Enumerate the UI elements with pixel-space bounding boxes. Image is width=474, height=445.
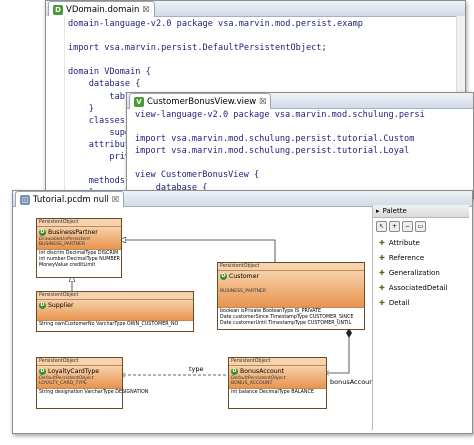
stereotype: PersistentObject <box>37 358 122 366</box>
class-name: Customer <box>229 273 260 280</box>
detail-icon: ✚ <box>379 298 385 307</box>
palette-item-reference[interactable]: ✚ Reference <box>373 250 469 265</box>
zoom-out-icon[interactable]: − <box>402 221 413 232</box>
attribute: String designation VarcharType DESIGNATI… <box>39 390 149 395</box>
palette-item-label: AssociatedDetail <box>388 283 448 292</box>
close-icon[interactable]: ☒ <box>142 5 149 14</box>
class-table: BUSINESS_PARTNER <box>39 242 86 247</box>
close-icon[interactable]: ☒ <box>112 195 119 204</box>
class-loyalty-card-type[interactable]: PersistentObject D LoyaltyCardType Defaul… <box>36 357 149 409</box>
tab-vdomain[interactable]: D VDomain.domain ☒ <box>48 1 155 17</box>
class-supplier[interactable]: PersistentObject D Supplier String ownCus… <box>36 291 194 332</box>
class-attributes: String ownCustomerNo VarcharType OWN_CUS… <box>37 320 193 329</box>
palette-title: Palette <box>382 207 407 215</box>
palette-item-detail[interactable]: ✚ Detail <box>373 295 469 310</box>
tab-tutorial-pcdm[interactable]: ◫ Tutorial.pcdm null ☒ <box>15 191 125 207</box>
class-attributes: String designation VarcharType DESIGNATI… <box>37 388 149 397</box>
class-icon: D <box>39 302 46 309</box>
palette-toggle-icon[interactable]: ▸ <box>376 207 380 215</box>
attribute-icon: ✚ <box>379 238 385 247</box>
class-header: D BonusAccount DefaultPersistentObject BO… <box>229 366 326 388</box>
generalization-icon: ✚ <box>379 268 385 277</box>
tab-tutorial-pcdm-label: Tutorial.pcdm null <box>33 194 109 205</box>
reference-icon: ✚ <box>379 253 385 262</box>
palette-item-label: Attribute <box>388 238 420 247</box>
class-business-partner[interactable]: PersistentObject D BusinessPartner Drawab… <box>36 218 122 278</box>
class-attributes: int discrim DecimalType DISCRIM int numb… <box>37 249 121 270</box>
code-line: import vsa.marvin.persist.DefaultPersist… <box>68 43 327 54</box>
class-attributes: boolean isPrivate BooleanType IS_PRIVATE… <box>218 307 364 328</box>
class-table: LOYALTY_CARD_TYPE <box>39 381 87 386</box>
palette: ▸ Palette ↖ + − ▭ ✚ Attribute ✚ Reference … <box>372 205 469 430</box>
class-icon: D <box>39 229 46 236</box>
vdomain-tabbar: D VDomain.domain ☒ <box>46 1 465 17</box>
class-bonus-account[interactable]: PersistentObject D BonusAccount DefaultPe… <box>228 357 327 409</box>
palette-item-label: Detail <box>388 298 410 307</box>
association-label-type: type <box>189 365 204 373</box>
diagram-file-icon: ◫ <box>20 194 30 205</box>
class-icon: D <box>39 368 46 375</box>
stereotype: PersistentObject <box>37 292 193 300</box>
class-header: D Supplier <box>37 300 193 320</box>
domain-file-icon: D <box>53 4 63 15</box>
class-table: BONUS_ACCOUNT <box>231 381 273 386</box>
attribute: int balance DecimalType BALANCE <box>231 390 314 395</box>
attribute: MoneyValue creditLimit <box>39 263 96 268</box>
palette-item-associated-detail[interactable]: ✚ AssociatedDetail <box>373 280 469 295</box>
palette-item-attribute[interactable]: ✚ Attribute <box>373 235 469 250</box>
attribute: String ownCustomerNo VarcharType OWN_CUS… <box>39 322 179 327</box>
stereotype: PersistentObject <box>218 263 364 271</box>
code-line: domain VDomain { <box>68 67 151 78</box>
stereotype: PersistentObject <box>37 219 121 227</box>
attribute: Date customerUntil TimestampType CUSTOME… <box>220 321 352 326</box>
close-icon[interactable]: ☒ <box>259 97 266 106</box>
code-line: view-language-v2.0 package vsa.marvin.mo… <box>135 110 425 120</box>
select-tool-icon[interactable]: ↖ <box>376 221 387 232</box>
customer-bonus-view-editor-window: V CustomerBonusView.view ☒ view-language… <box>126 92 474 199</box>
palette-item-label: Generalization <box>388 268 440 277</box>
class-header: D LoyaltyCardType DefaultPersistentObject… <box>37 366 122 388</box>
tab-vdomain-label: VDomain.domain <box>66 4 140 15</box>
class-header: D Customer BUSINESS_PARTNER <box>218 271 364 307</box>
view-code[interactable]: view-language-v2.0 package vsa.marvin.mo… <box>135 109 473 198</box>
tab-customer-bonus-view[interactable]: V CustomerBonusView.view ☒ <box>129 93 272 109</box>
class-name: BusinessPartner <box>48 229 98 236</box>
class-name: LoyaltyCardType <box>48 368 100 375</box>
class-header: D BusinessPartner DrawableUnPersistent BU… <box>37 227 121 249</box>
class-customer[interactable]: PersistentObject D Customer BUSINESS_PART… <box>217 262 365 330</box>
palette-tools: ↖ + − ▭ <box>373 218 469 235</box>
editor-gutter <box>46 16 65 201</box>
view-tabbar: V CustomerBonusView.view ☒ <box>127 93 473 109</box>
tab-customer-bonus-view-label: CustomerBonusView.view <box>147 96 257 107</box>
class-name: Supplier <box>48 302 74 309</box>
palette-item-label: Reference <box>388 253 425 262</box>
stereotype: PersistentObject <box>229 358 326 366</box>
associated-detail-icon: ✚ <box>379 283 385 292</box>
code-line: import vsa.marvin.mod.schulung.persist.t… <box>135 134 415 145</box>
view-file-icon: V <box>134 96 144 107</box>
class-attributes: int balance DecimalType BALANCE <box>229 388 326 397</box>
class-table: BUSINESS_PARTNER <box>220 289 267 294</box>
code-line: view CustomerBonusView { <box>135 170 260 181</box>
palette-header[interactable]: ▸ Palette <box>373 205 469 218</box>
class-icon: D <box>231 368 238 375</box>
class-name: BonusAccount <box>240 368 285 375</box>
code-line: domain-language-v2.0 package vsa.marvin.… <box>68 19 363 29</box>
palette-item-generalization[interactable]: ✚ Generalization <box>373 265 469 280</box>
code-line: database { <box>68 79 141 90</box>
class-icon: D <box>220 273 227 280</box>
code-line: import vsa.marvin.mod.schulung.persist.t… <box>135 146 410 157</box>
note-tool-icon[interactable]: ▭ <box>415 221 426 232</box>
zoom-in-icon[interactable]: + <box>389 221 400 232</box>
